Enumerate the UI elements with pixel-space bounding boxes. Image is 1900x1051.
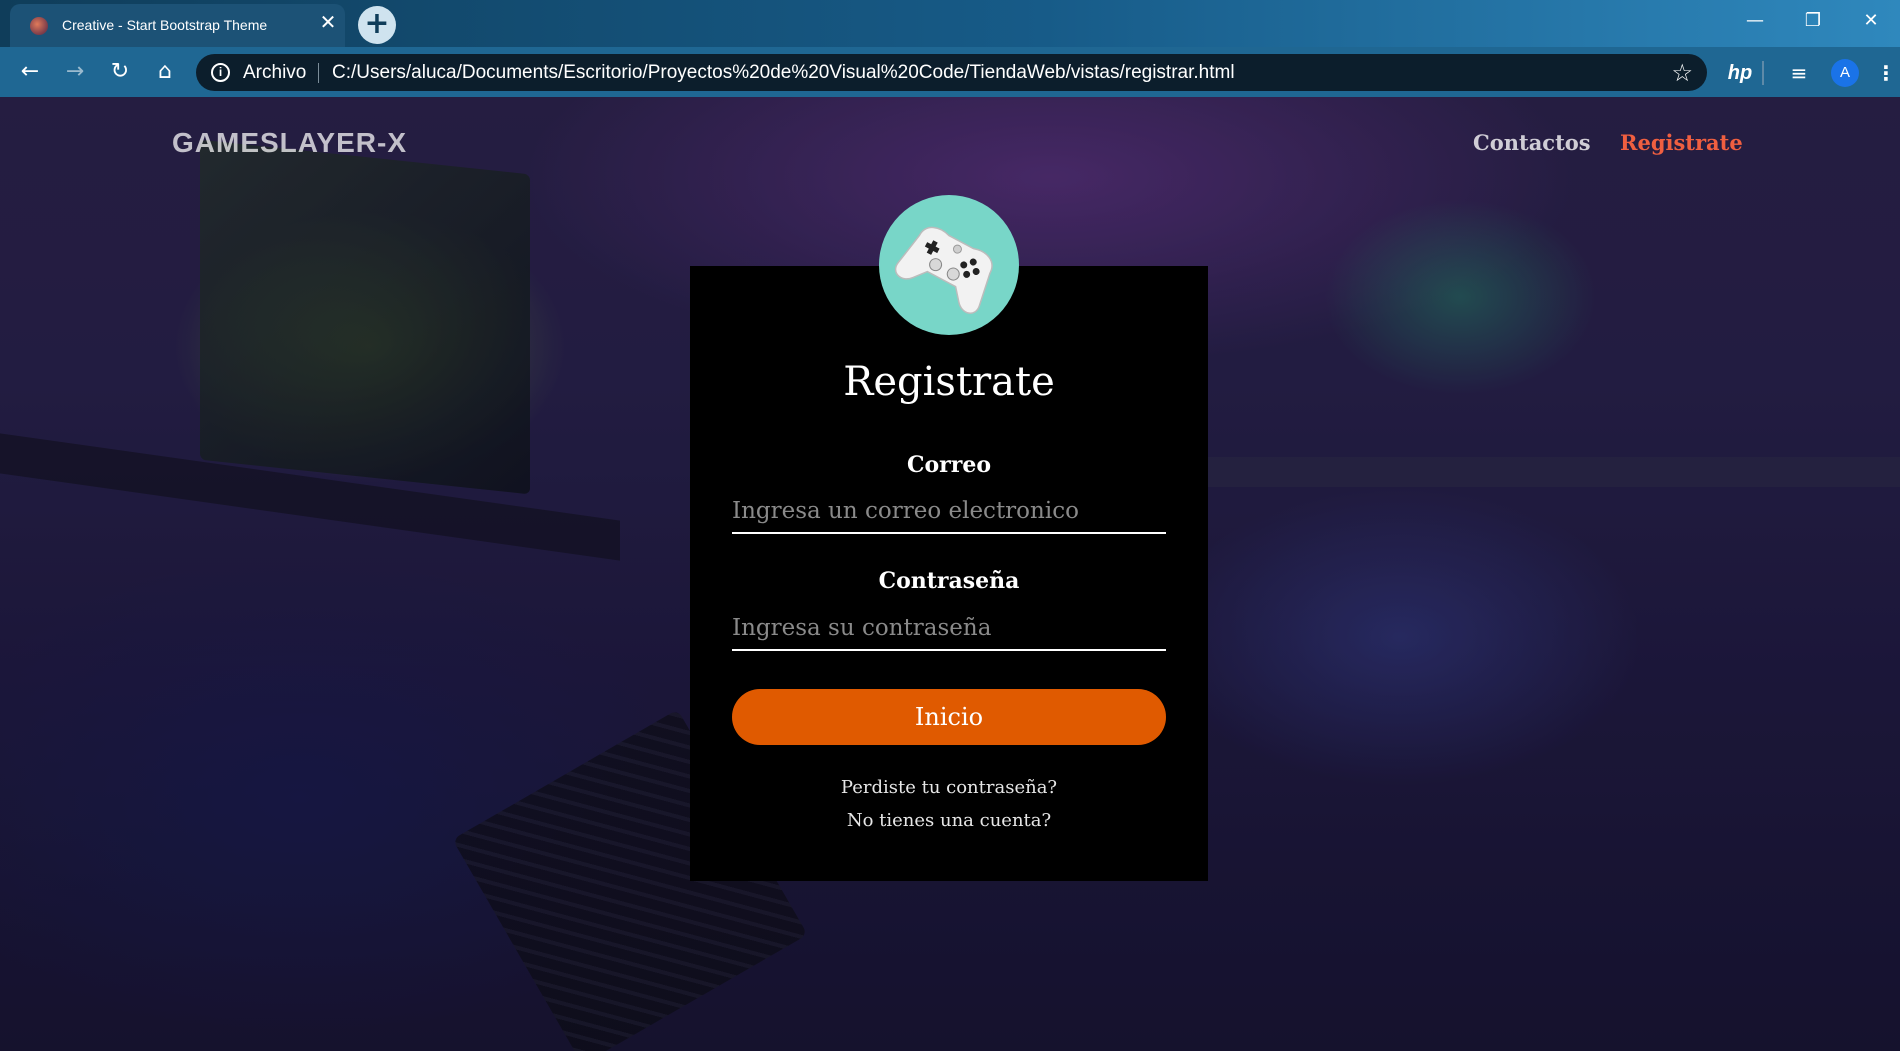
forward-arrow-icon[interactable]: → <box>59 56 91 88</box>
browser-toolbar: ← → ↻ ⌂ i Archivo C:/Users/aluca/Documen… <box>0 47 1900 97</box>
browser-menu-icon[interactable]: ⋮ <box>1876 59 1896 87</box>
email-label: Correo <box>906 452 992 478</box>
home-icon[interactable]: ⌂ <box>149 56 181 88</box>
signup-link[interactable]: No tienes una cuenta? <box>690 810 1208 831</box>
forgot-password-link[interactable]: Perdiste tu contraseña? <box>690 777 1208 798</box>
restore-button[interactable]: ❐ <box>1784 0 1842 40</box>
reload-icon[interactable]: ↻ <box>104 56 136 88</box>
address-url[interactable]: C:/Users/aluca/Documents/Escritorio/Proy… <box>332 62 1235 84</box>
tab-title: Creative - Start Bootstrap Theme <box>62 17 268 33</box>
gamepad-avatar <box>879 195 1019 335</box>
address-scheme: Archivo <box>243 62 307 83</box>
password-field[interactable] <box>732 607 1166 651</box>
window-controls: — ❐ ✕ <box>1726 0 1900 40</box>
browser-tab[interactable]: Creative - Start Bootstrap Theme ✕ <box>10 4 345 47</box>
site-brand[interactable]: GAMESLAYER-X <box>172 127 407 159</box>
tab-strip: Creative - Start Bootstrap Theme ✕ + — ❐… <box>0 0 1900 47</box>
info-icon[interactable]: i <box>211 63 230 82</box>
password-label: Contraseña <box>878 568 1020 594</box>
nav-link-registrate[interactable]: Registrate <box>1620 130 1743 155</box>
email-field[interactable] <box>732 490 1166 534</box>
toolbar-divider <box>1762 61 1764 85</box>
new-tab-button[interactable]: + <box>358 6 396 44</box>
close-tab-icon[interactable]: ✕ <box>317 12 339 34</box>
close-window-button[interactable]: ✕ <box>1842 0 1900 40</box>
browser-chrome: Creative - Start Bootstrap Theme ✕ + — ❐… <box>0 0 1900 97</box>
nav-link-contactos[interactable]: Contactos <box>1473 130 1591 155</box>
bookmark-star-icon[interactable]: ☆ <box>1671 59 1693 88</box>
media-control-icon[interactable]: ≡ <box>1785 59 1813 87</box>
page-viewport: GAMESLAYER-X Contactos Registrate Regist… <box>0 97 1900 1051</box>
form-title: Registrate <box>843 359 1055 405</box>
minimize-button[interactable]: — <box>1726 0 1784 40</box>
back-arrow-icon[interactable]: ← <box>14 56 46 88</box>
address-bar[interactable]: i Archivo C:/Users/aluca/Documents/Escri… <box>196 54 1707 91</box>
address-divider <box>318 63 319 83</box>
profile-avatar[interactable]: A <box>1831 59 1859 87</box>
submit-button[interactable]: Inicio <box>732 689 1166 745</box>
hp-extension-icon[interactable]: hp <box>1726 59 1754 87</box>
gamepad-icon <box>894 226 993 314</box>
favicon-icon <box>30 17 48 35</box>
